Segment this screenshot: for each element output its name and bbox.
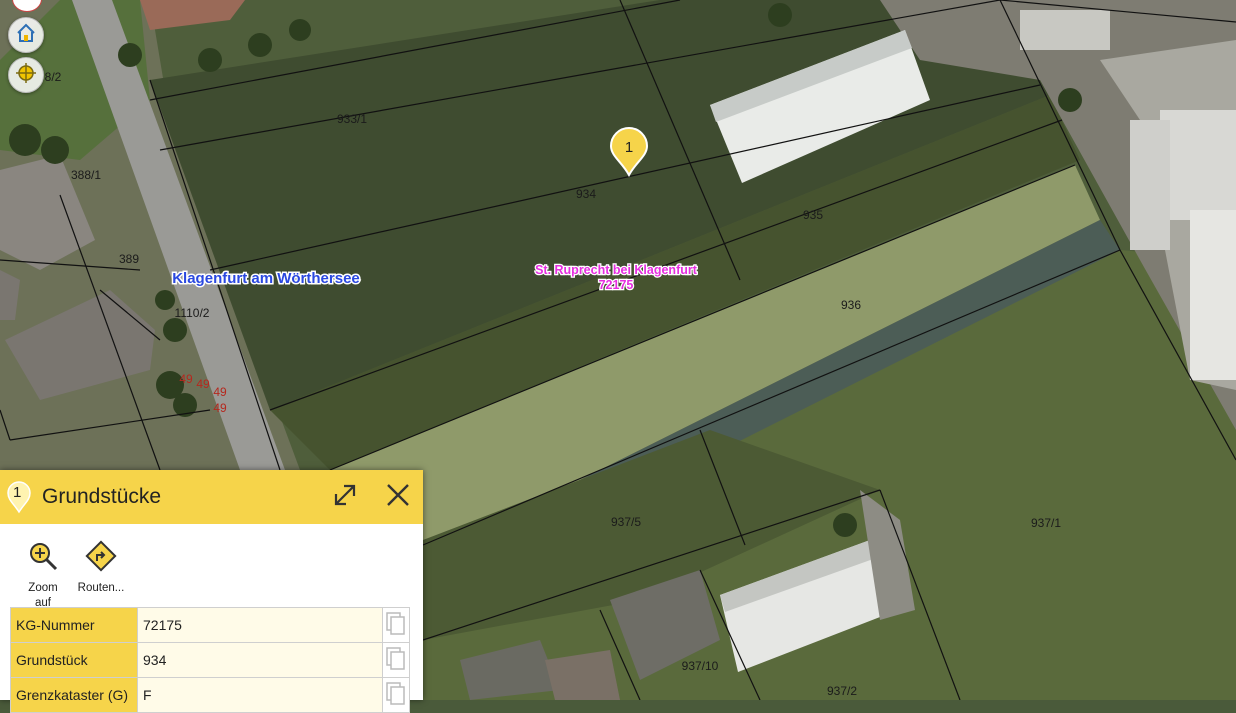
attribute-value: 72175 <box>137 607 383 643</box>
copy-icon <box>385 646 407 675</box>
panel-toolbar: Zoom auf Routen... <box>0 524 423 610</box>
expand-button[interactable] <box>330 482 360 512</box>
parcel-number: 934 <box>576 187 596 201</box>
panel-header: 1 Grundstücke <box>0 470 423 524</box>
cadastral-name-label: St. Ruprecht bei Klagenfurt <box>535 263 698 277</box>
panel-marker-number: 1 <box>13 484 22 501</box>
copy-button[interactable] <box>382 642 410 678</box>
house-number: 49 <box>213 385 227 399</box>
attribute-key: Grundstück <box>10 642 138 678</box>
table-row: Grundstück 934 <box>10 642 410 678</box>
crosshair-icon <box>15 62 37 89</box>
zoom-to-button[interactable]: Zoom auf <box>14 540 72 610</box>
cadastral-number-label: 72175 <box>599 278 634 292</box>
parcel-number: 388/1 <box>71 168 101 182</box>
parcel-number: 937/1 <box>1031 516 1061 530</box>
attribute-value: 934 <box>137 642 383 678</box>
house-number: 49 <box>179 372 193 386</box>
city-label: Klagenfurt am Wörthersee <box>172 270 360 287</box>
parcel-number: 937/2 <box>827 684 857 698</box>
attribute-key: Grenzkataster (G) <box>10 677 138 713</box>
copy-icon <box>385 681 407 710</box>
house-number: 49 <box>213 401 227 415</box>
route-icon <box>85 540 117 581</box>
table-row: Grenzkataster (G) F <box>10 677 410 713</box>
locate-button[interactable] <box>8 57 44 93</box>
route-label: Routen... <box>77 582 125 594</box>
parcel-number: 933/1 <box>337 112 367 126</box>
table-row: KG-Nummer 72175 <box>10 607 410 643</box>
attribute-table: KG-Nummer 72175 Grundstück 934 Grenzkata… <box>10 607 410 713</box>
expand-icon <box>332 482 358 513</box>
copy-icon <box>385 611 407 640</box>
close-button[interactable] <box>383 482 413 512</box>
copy-button[interactable] <box>382 677 410 713</box>
parcel-number: 937/5 <box>611 515 641 529</box>
parcel-number: 936 <box>841 298 861 312</box>
parcel-number: 389 <box>119 252 139 266</box>
marker-number: 1 <box>625 139 633 156</box>
info-panel: 1 Grundstücke Zoom auf Routen... KG-Numm… <box>0 470 423 713</box>
route-button[interactable]: Routen... <box>72 540 130 610</box>
parcel-number: 935 <box>803 208 823 222</box>
home-button[interactable] <box>8 17 44 53</box>
house-number: 49 <box>196 377 210 391</box>
zoom-in-icon <box>27 540 59 581</box>
parcel-number: 937/10 <box>682 659 719 673</box>
panel-title: Grundstücke <box>42 485 162 508</box>
attribute-key: KG-Nummer <box>10 607 138 643</box>
attribute-value: F <box>137 677 383 713</box>
copy-button[interactable] <box>382 607 410 643</box>
parcel-number: 8/2 <box>45 70 62 84</box>
home-icon <box>15 22 37 49</box>
close-icon <box>385 482 411 513</box>
parcel-number: 1110/2 <box>175 306 210 320</box>
